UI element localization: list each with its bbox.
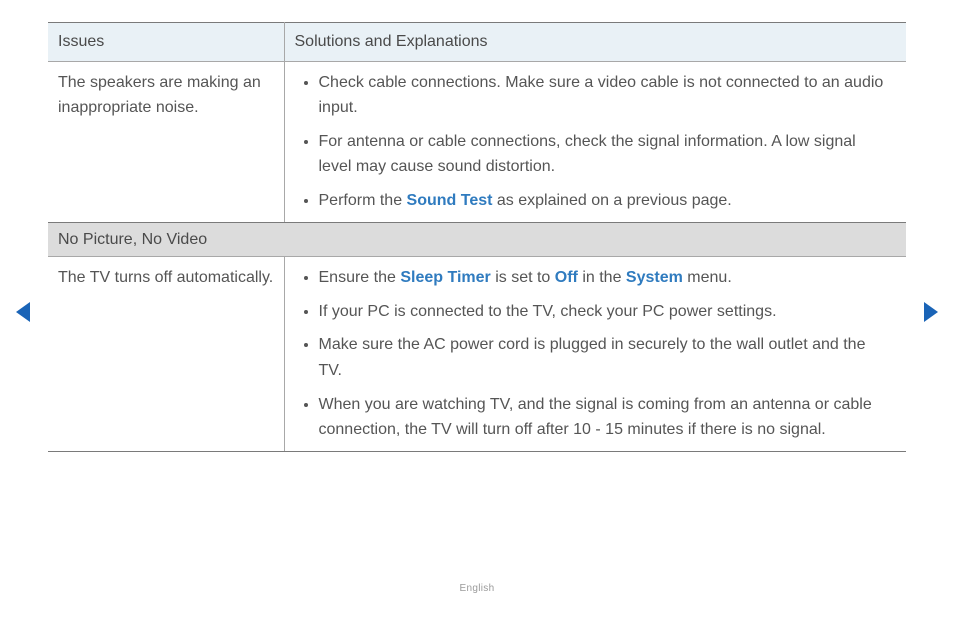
list-item: If your PC is connected to the TV, check… (319, 299, 893, 325)
next-page-button[interactable] (920, 300, 940, 324)
list-item: Make sure the AC power cord is plugged i… (319, 332, 893, 383)
solution-cell: Check cable connections. Make sure a vid… (284, 61, 906, 222)
text: Ensure the (319, 269, 401, 286)
text: Perform the (319, 192, 407, 209)
highlight-sound-test: Sound Test (407, 192, 493, 209)
list-item: When you are watching TV, and the signal… (319, 392, 893, 443)
text: as explained on a previous page. (492, 192, 731, 209)
troubleshoot-table: Issues Solutions and Explanations The sp… (48, 22, 906, 452)
section-row: No Picture, No Video (48, 222, 906, 257)
section-header: No Picture, No Video (48, 222, 906, 257)
table-row: The TV turns off automatically. Ensure t… (48, 257, 906, 452)
triangle-left-icon (14, 300, 34, 324)
issue-cell: The TV turns off automatically. (48, 257, 284, 452)
highlight-sleep-timer: Sleep Timer (400, 269, 490, 286)
solution-list: Ensure the Sleep Timer is set to Off in … (285, 265, 901, 443)
text: in the (578, 269, 626, 286)
solution-list: Check cable connections. Make sure a vid… (285, 70, 901, 214)
triangle-right-icon (920, 300, 940, 324)
text: menu. (683, 269, 732, 286)
list-item: For antenna or cable connections, check … (319, 129, 893, 180)
list-item: Perform the Sound Test as explained on a… (319, 188, 893, 214)
highlight-system: System (626, 269, 683, 286)
table-header-row: Issues Solutions and Explanations (48, 23, 906, 62)
list-item: Ensure the Sleep Timer is set to Off in … (319, 265, 893, 291)
list-item: Check cable connections. Make sure a vid… (319, 70, 893, 121)
footer-language: English (0, 583, 954, 594)
issue-cell: The speakers are making an inappropriate… (48, 61, 284, 222)
text: is set to (491, 269, 555, 286)
header-issues: Issues (48, 23, 284, 62)
highlight-off: Off (555, 269, 578, 286)
header-solutions: Solutions and Explanations (284, 23, 906, 62)
table-row: The speakers are making an inappropriate… (48, 61, 906, 222)
previous-page-button[interactable] (14, 300, 34, 324)
manual-page: Issues Solutions and Explanations The sp… (0, 0, 954, 624)
solution-cell: Ensure the Sleep Timer is set to Off in … (284, 257, 906, 452)
